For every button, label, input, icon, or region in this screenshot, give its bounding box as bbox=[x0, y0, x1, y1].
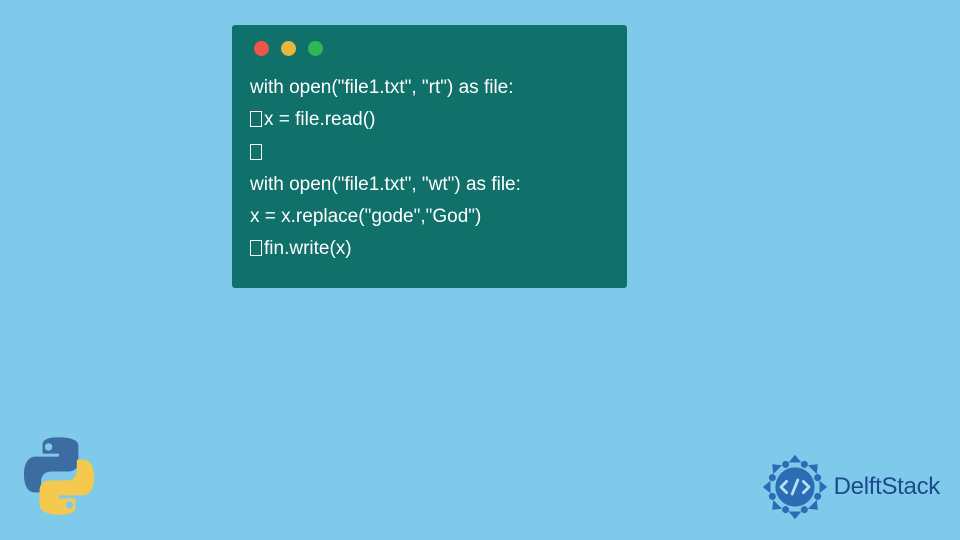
code-line: with open("file1.txt", "wt") as file: bbox=[250, 169, 609, 201]
brand-name: DelftStack bbox=[834, 473, 940, 501]
whitespace-glyph-icon bbox=[250, 111, 262, 127]
traffic-lights bbox=[254, 41, 609, 56]
maximize-dot bbox=[308, 41, 323, 56]
delftstack-logo: DelftStack bbox=[760, 452, 940, 522]
delftstack-badge-icon bbox=[760, 452, 830, 522]
whitespace-glyph-icon bbox=[250, 144, 262, 160]
code-line: x = file.read() bbox=[250, 104, 609, 136]
minimize-dot bbox=[281, 41, 296, 56]
whitespace-glyph-icon bbox=[250, 240, 262, 256]
code-line: x = x.replace("gode","God") bbox=[250, 201, 609, 233]
code-block: with open("file1.txt", "rt") as file: x … bbox=[250, 72, 609, 266]
python-logo-icon bbox=[18, 435, 100, 522]
code-line bbox=[250, 137, 609, 169]
code-window: with open("file1.txt", "rt") as file: x … bbox=[232, 25, 627, 288]
close-dot bbox=[254, 41, 269, 56]
code-line: fin.write(x) bbox=[250, 233, 609, 265]
code-line: with open("file1.txt", "rt") as file: bbox=[250, 72, 609, 104]
